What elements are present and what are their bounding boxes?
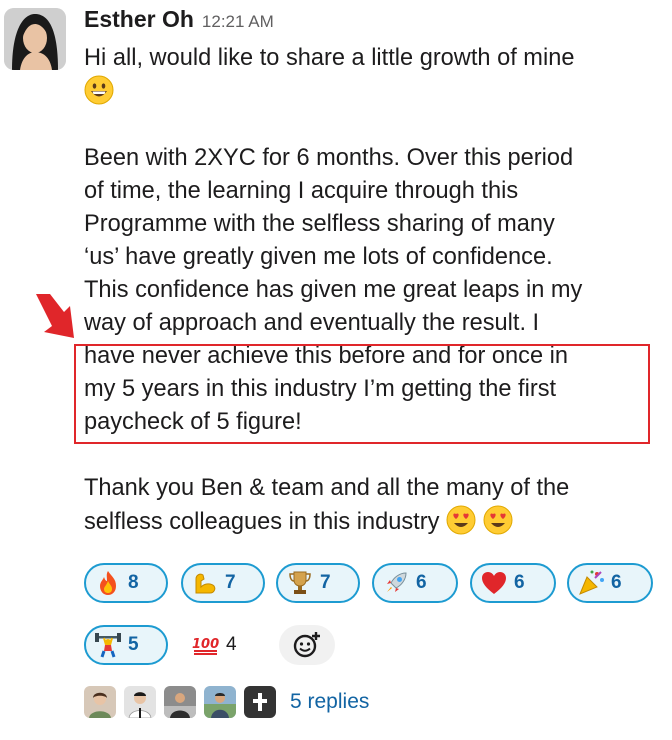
reaction-rocket[interactable]: 6 [372, 563, 458, 603]
message-timestamp[interactable]: 12:21 AM [202, 12, 274, 32]
highlight-box [74, 344, 650, 444]
svg-text:100: 100 [192, 637, 219, 652]
line-1: Been with 2XYC for 6 months. Over this p… [84, 145, 574, 171]
message-paragraph-3: Thank you Ben & team and all the many of… [84, 475, 570, 535]
author-name[interactable]: Esther Oh [84, 6, 194, 33]
line-4: ‘us’ have greatly given me lots of confi… [84, 244, 553, 270]
reaction-weightlifter[interactable]: 5 [84, 625, 168, 665]
reaction-count: 6 [611, 572, 622, 593]
line-6: way of approach and eventually the resul… [84, 310, 540, 336]
reaction-red-heart[interactable]: 6 [470, 563, 556, 603]
hundred-points-icon: 100 [192, 637, 219, 655]
message-paragraph-1: Hi all, would like to share a little gro… [84, 42, 669, 109]
message-body: Hi all, would like to share a little gro… [84, 42, 669, 539]
reaction-count: 8 [128, 572, 139, 593]
reaction-party-popper[interactable]: 6 [567, 563, 653, 603]
reply-avatar [244, 686, 276, 718]
reaction-count: 5 [128, 634, 139, 655]
add-reaction-button[interactable] [279, 625, 335, 665]
red-heart-icon [482, 572, 506, 594]
author-avatar[interactable] [4, 8, 66, 70]
rocket-icon [387, 572, 407, 592]
trophy-icon [289, 571, 311, 594]
reply-avatar [164, 686, 196, 718]
grinning-face-icon [84, 75, 114, 105]
line-5: This confidence has given me great leaps… [84, 277, 583, 303]
reaction-count: 6 [416, 572, 427, 593]
heart-eyes-icon [446, 505, 476, 535]
red-arrow-icon [36, 294, 74, 338]
reaction-count: 6 [514, 572, 525, 593]
reaction-flexed-biceps[interactable]: 7 [181, 563, 265, 603]
line-3: Programme with the selfless sharing of m… [84, 211, 555, 237]
reply-avatar [84, 686, 116, 718]
weightlifter-icon [95, 633, 121, 658]
reaction-count: 7 [320, 572, 331, 593]
add-emoji-icon [293, 632, 320, 658]
heart-eyes-icon [483, 505, 513, 535]
reply-avatar [124, 686, 156, 718]
line-2: of time, the learning I acquire through … [84, 178, 519, 204]
reaction-count: 7 [225, 572, 236, 593]
thread-replies[interactable]: 5 replies [84, 686, 369, 718]
message-header: Esther Oh 12:21 AM [84, 6, 274, 33]
reaction-trophy[interactable]: 7 [276, 563, 360, 603]
flexed-biceps-icon [195, 573, 216, 594]
reaction-fire[interactable]: 8 [84, 563, 168, 603]
fire-icon [100, 571, 116, 595]
reaction-count: 4 [226, 634, 237, 655]
reply-avatar [204, 686, 236, 718]
reaction-hundred-points[interactable]: 100 4 [184, 625, 266, 665]
replies-link[interactable]: 5 replies [290, 690, 369, 714]
party-popper-icon [579, 570, 604, 595]
